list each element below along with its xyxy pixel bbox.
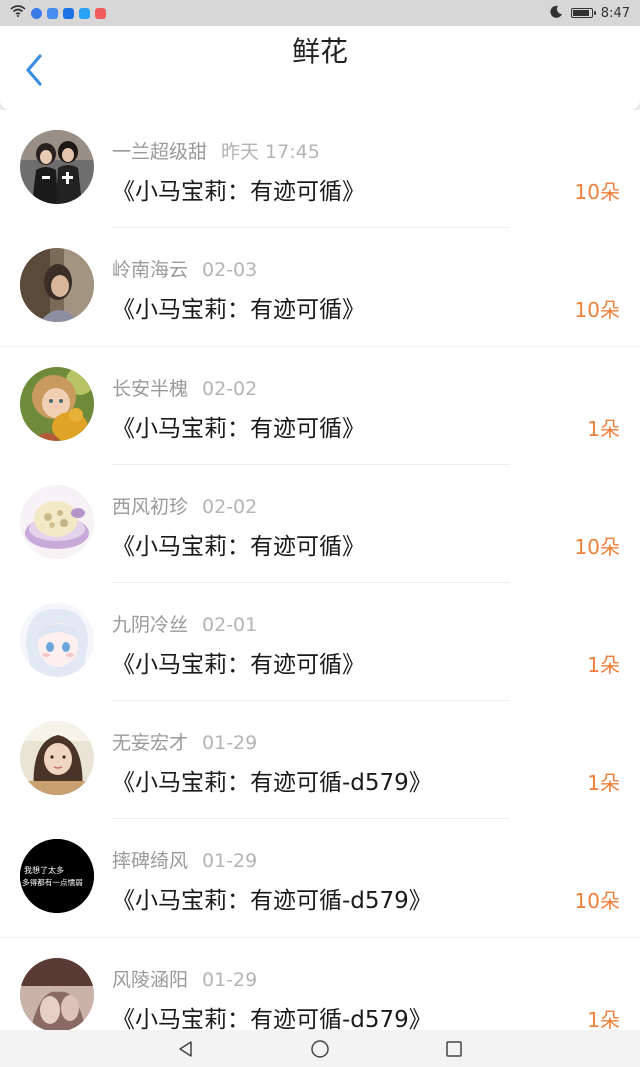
username[interactable]: 一兰超级甜 [112,141,207,163]
avatar[interactable]: 我想了太多 多得都有一点懦弱 [20,839,94,913]
flower-count: 10朵 [574,180,620,204]
header [0,26,640,110]
list-item[interactable]: 九阴冷丝 02-01 《小马宝莉：有迹可循》 1朵 [0,583,640,701]
record-meta: 西风初珍 02-02 [112,492,257,519]
username[interactable]: 长安半槐 [112,378,188,400]
book-title[interactable]: 《小马宝莉：有迹可循-d579》 [112,763,432,797]
avatar[interactable] [20,958,94,1030]
book-title[interactable]: 《小马宝莉：有迹可循》 [112,645,365,679]
book-title[interactable]: 《小马宝莉：有迹可循》 [112,290,365,324]
book-title[interactable]: 《小马宝莉：有迹可循》 [112,527,365,561]
status-bar: 8:47 [0,0,640,26]
chevron-left-icon [26,54,42,86]
back-button[interactable] [16,52,52,88]
record-meta: 岭南海云 02-03 [112,255,257,282]
flower-count: 1朵 [587,1008,620,1030]
status-time: 8:47 [600,5,630,21]
system-nav-bar [0,1030,640,1067]
flower-count: 1朵 [587,771,620,795]
flower-count: 1朵 [587,653,620,677]
avatar[interactable] [20,248,94,322]
home-circle-icon [311,1039,329,1058]
flower-count: 1朵 [587,417,620,441]
timestamp: 01-29 [202,969,258,991]
timestamp: 02-02 [202,496,258,518]
record-meta: 一兰超级甜 昨天 17:45 [112,137,320,164]
timestamp: 昨天 17:45 [221,141,320,163]
avatar[interactable] [20,721,94,795]
record-meta: 九阴冷丝 02-01 [112,610,257,637]
username[interactable]: 风陵涵阳 [112,969,188,991]
timestamp: 02-02 [202,378,258,400]
avatar[interactable] [20,485,94,559]
username[interactable]: 无妄宏才 [112,732,188,754]
book-title[interactable]: 《小马宝莉：有迹可循》 [112,409,365,443]
back-triangle-icon [179,1040,192,1057]
record-meta: 无妄宏才 01-29 [112,728,257,755]
record-meta: 风陵涵阳 01-29 [112,965,257,992]
app-icon [31,7,42,19]
app-icon [47,7,58,19]
avatar[interactable] [20,603,94,677]
battery-icon [570,8,596,18]
list-item[interactable]: 岭南海云 02-03 《小马宝莉：有迹可循》 10朵 [0,228,640,346]
username[interactable]: 九阴冷丝 [112,614,188,636]
avatar-text-line-2: 多得都有一点懦弱 [22,877,83,887]
timestamp: 01-29 [202,850,258,872]
wifi-icon [10,5,26,21]
timestamp: 02-03 [202,259,258,281]
record-meta: 摔碑绮风 01-29 [112,846,257,873]
list-item[interactable]: 西风初珍 02-02 《小马宝莉：有迹可循》 10朵 [0,465,640,583]
flower-count: 10朵 [574,535,620,559]
avatar[interactable] [20,130,94,204]
list-item[interactable]: 无妄宏才 01-29 《小马宝莉：有迹可循-d579》 1朵 [0,701,640,819]
flower-record-list[interactable]: 一兰超级甜 昨天 17:45 《小马宝莉：有迹可循》 10朵 岭南海云 02-03 … [0,110,640,1030]
app-icon [95,7,106,19]
list-item[interactable]: 一兰超级甜 昨天 17:45 《小马宝莉：有迹可循》 10朵 [0,110,640,228]
battery-fill [572,10,589,16]
list-item[interactable]: 长安半槐 02-02 《小马宝莉：有迹可循》 1朵 [0,347,640,465]
username[interactable]: 摔碑绮风 [112,850,188,872]
status-icons-right: 8:47 [550,5,630,22]
app-icon [63,7,74,19]
moon-icon [550,5,563,22]
flower-count: 10朵 [574,889,620,913]
record-meta: 长安半槐 02-02 [112,374,257,401]
book-title[interactable]: 《小马宝莉：有迹可循-d579》 [112,881,432,915]
avatar-text-line-1: 我想了太多 [24,865,64,875]
nav-recents-button[interactable] [442,1037,466,1061]
nav-home-button[interactable] [308,1037,332,1061]
flower-count: 10朵 [574,298,620,322]
username[interactable]: 西风初珍 [112,496,188,518]
status-icons-left [10,5,106,21]
timestamp: 01-29 [202,732,258,754]
recents-square-icon [446,1040,462,1057]
list-item[interactable]: 风陵涵阳 01-29 《小马宝莉：有迹可循-d579》 1朵 [0,938,640,1030]
nav-back-button[interactable] [174,1037,198,1061]
book-title[interactable]: 《小马宝莉：有迹可循》 [112,172,365,206]
avatar[interactable] [20,367,94,441]
list-item[interactable]: 我想了太多 多得都有一点懦弱 摔碑绮风 01-29 《小马宝莉：有迹可循-d579… [0,819,640,937]
timestamp: 02-01 [202,614,258,636]
app-icon [79,7,90,19]
username[interactable]: 岭南海云 [112,259,188,281]
book-title[interactable]: 《小马宝莉：有迹可循-d579》 [112,1000,432,1030]
